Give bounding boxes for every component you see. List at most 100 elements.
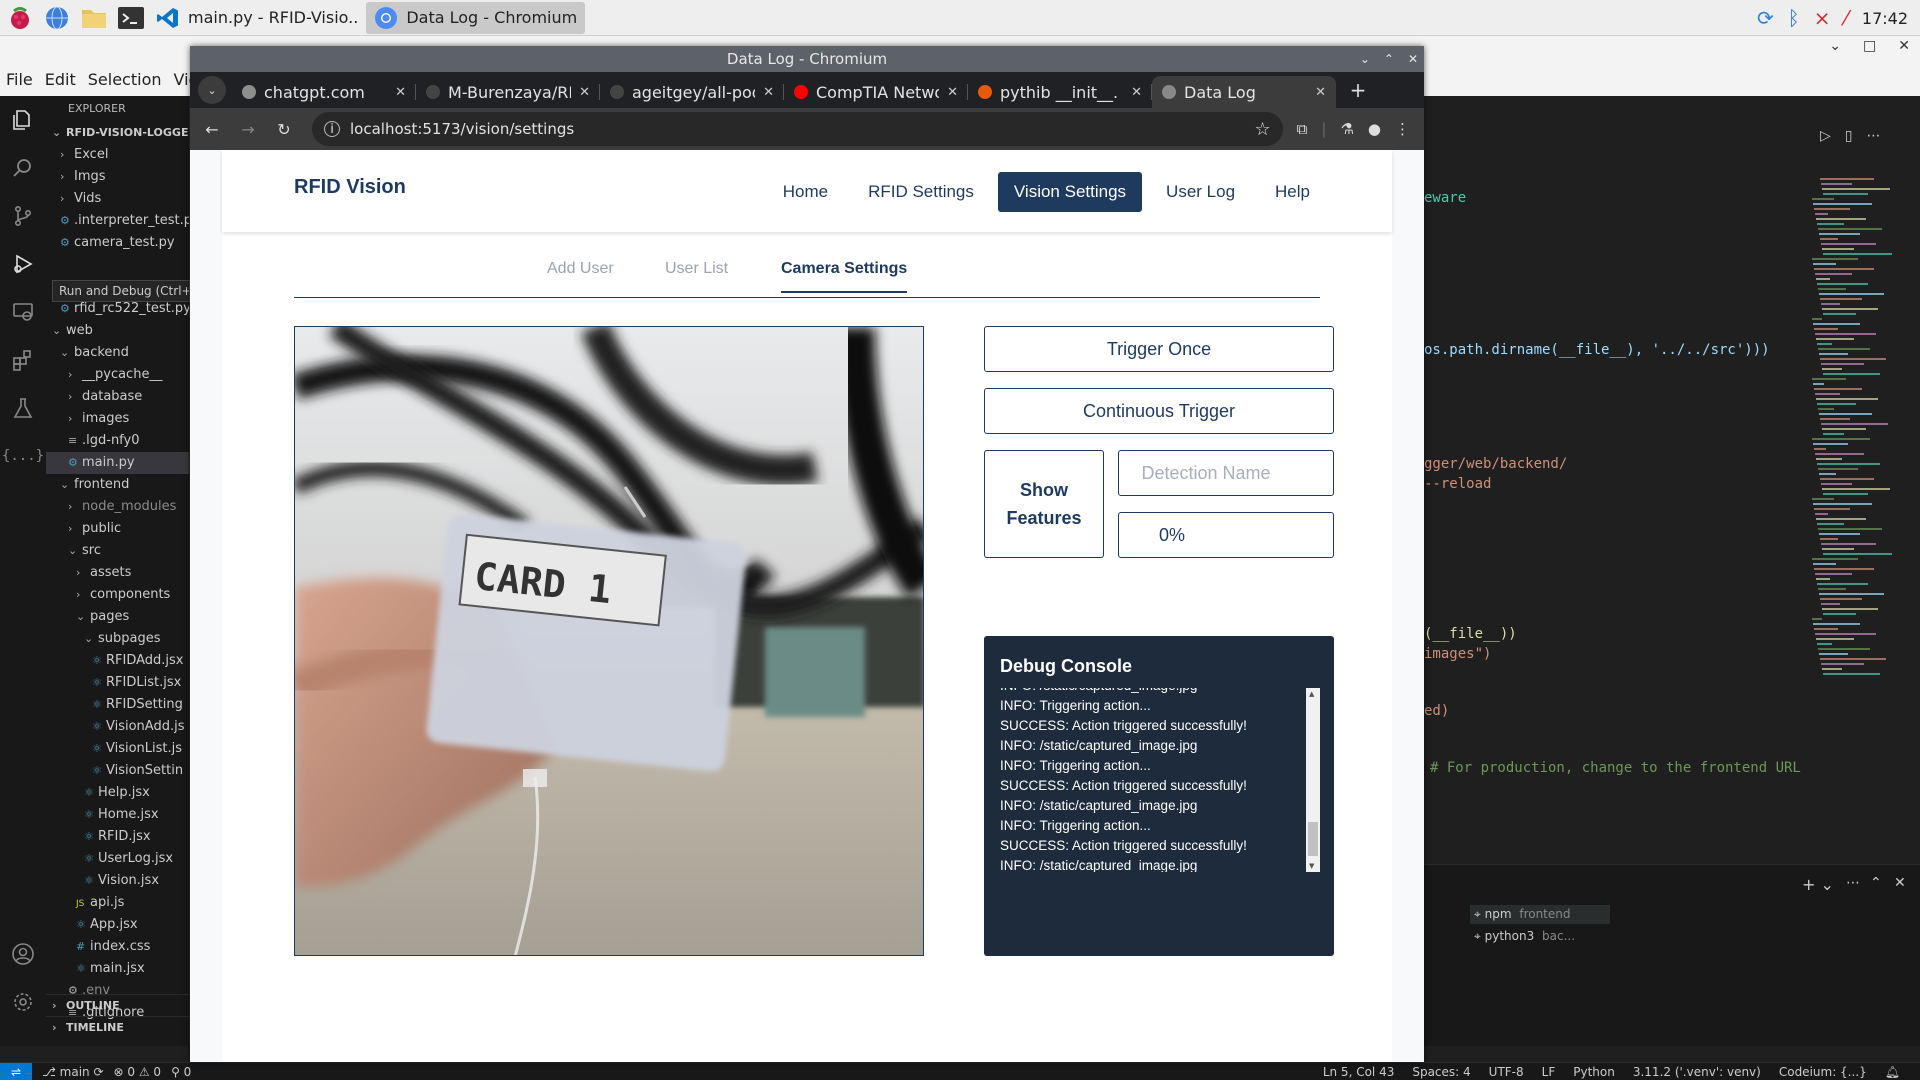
tree-item[interactable]: ⚛ VisionAdd.js	[46, 716, 189, 738]
reload-icon[interactable]: ↻	[270, 115, 298, 143]
branch-indicator[interactable]: ⎇ main ⟳	[42, 1065, 104, 1079]
maximize-panel-icon[interactable]: ⌃	[1870, 875, 1882, 891]
tree-item[interactable]: ⚛ RFIDAdd.jsx	[46, 650, 189, 672]
tree-item[interactable]: ⚙ main.py	[46, 452, 189, 474]
notifications-bell-icon[interactable]: 🔔︎	[1885, 1065, 1900, 1079]
search-icon[interactable]	[0, 144, 46, 192]
sync-icon[interactable]: ⟳	[1757, 6, 1774, 30]
tree-item[interactable]: ⚛ Home.jsx	[46, 804, 189, 826]
tab-close-icon[interactable]: ✕	[763, 85, 774, 100]
network-disconnected-icon[interactable]: ⨯	[1814, 6, 1831, 30]
browser-tab[interactable]: pythib __init__. ✕	[968, 76, 1152, 108]
tree-item[interactable]: › Excel	[46, 144, 189, 166]
subtab-camera-settings[interactable]: Camera Settings	[781, 260, 908, 293]
tree-item[interactable]	[46, 254, 189, 276]
tree-item[interactable]: › database	[46, 386, 189, 408]
url-text[interactable]: localhost:5173/vision/settings	[350, 120, 1245, 138]
cursor-position[interactable]: Ln 5, Col 43	[1323, 1065, 1395, 1079]
remote-indicator-icon[interactable]: ⇌	[0, 1062, 32, 1080]
debug-console-log[interactable]: INFO: /static/captured_image.jpg INFO: Tr…	[1000, 688, 1304, 872]
tree-item[interactable]: › public	[46, 518, 189, 540]
tree-item[interactable]: ⚛ VisionList.js	[46, 738, 189, 760]
show-features-button[interactable]: Show Features	[984, 450, 1104, 558]
nav-link-vision-settings[interactable]: Vision Settings	[997, 172, 1143, 212]
codeium-status[interactable]: Codeium: {...}	[1779, 1065, 1867, 1079]
extensions-puzzle-icon[interactable]: ⧉	[1297, 120, 1308, 138]
restore-icon[interactable]: □	[1863, 38, 1876, 54]
nav-link-home[interactable]: Home	[767, 172, 844, 212]
tab-close-icon[interactable]: ✕	[947, 85, 958, 100]
trigger-once-button[interactable]: Trigger Once	[984, 326, 1334, 372]
browser-tab[interactable]: ageitgey/all-pod ✕	[600, 76, 784, 108]
browser-tab[interactable]: Data Log ✕	[1152, 76, 1336, 108]
settings-gear-icon[interactable]	[0, 978, 46, 1026]
remote-explorer-icon[interactable]	[0, 288, 46, 336]
tree-item[interactable]: › __pycache__	[46, 364, 189, 386]
tree-item[interactable]: ⚛ RFID.jsx	[46, 826, 189, 848]
encoding[interactable]: UTF-8	[1489, 1065, 1524, 1079]
tree-item[interactable]: ⌄ subpages	[46, 628, 189, 650]
scrollbar-thumb[interactable]	[1308, 822, 1318, 856]
tree-item[interactable]: ⌄ pages	[46, 606, 189, 628]
browser-tab[interactable]: CompTIA Netwo ✕	[784, 76, 968, 108]
tree-item[interactable]: › images	[46, 408, 189, 430]
extensions-icon[interactable]	[0, 336, 46, 384]
page-viewport[interactable]: RFID Vision Home RFID Settings Vision Sett…	[190, 150, 1424, 1062]
menu-edit[interactable]: Edit	[39, 70, 82, 89]
run-debug-icon[interactable]	[0, 240, 46, 288]
maximize-icon[interactable]: ⌃	[1384, 46, 1394, 72]
raspberry-menu-icon[interactable]	[3, 3, 37, 33]
tree-item[interactable]: ⚛ RFIDSetting	[46, 694, 189, 716]
tree-item[interactable]: ⚛ VisionSettin	[46, 760, 189, 782]
chevron-down-icon[interactable]: ⌄	[1829, 38, 1841, 54]
terminal-tab-npm[interactable]: ⌖ npm frontend	[1470, 905, 1610, 924]
source-control-icon[interactable]	[0, 192, 46, 240]
language-mode[interactable]: Python	[1573, 1065, 1615, 1079]
tree-item[interactable]: ⚛ Vision.jsx	[46, 870, 189, 892]
tree-item[interactable]: ⌄ src	[46, 540, 189, 562]
nav-link-rfid-settings[interactable]: RFID Settings	[852, 172, 990, 212]
ports-indicator[interactable]: ⚲ 0	[171, 1065, 191, 1079]
problems-indicator[interactable]: ⊗ 0 ⚠ 0	[114, 1065, 162, 1079]
continuous-trigger-button[interactable]: Continuous Trigger	[984, 388, 1334, 434]
tree-item[interactable]: › Vids	[46, 188, 189, 210]
brand-logo-text[interactable]: RFID Vision	[294, 176, 406, 199]
indentation[interactable]: Spaces: 4	[1412, 1065, 1470, 1079]
tree-item[interactable]: ⌄ backend	[46, 342, 189, 364]
account-icon[interactable]	[0, 930, 46, 978]
close-icon[interactable]: ✕	[1408, 46, 1418, 72]
tab-search-chevron-icon[interactable]: ⌄	[198, 76, 226, 104]
site-info-icon[interactable]: i	[324, 121, 340, 137]
menu-file[interactable]: File	[0, 70, 39, 89]
tree-item[interactable]: # index.css	[46, 936, 189, 958]
tree-item[interactable]: ⚙ camera_test.py	[46, 232, 189, 254]
tab-close-icon[interactable]: ✕	[1131, 85, 1142, 100]
detection-name-input[interactable]	[1119, 462, 1333, 484]
nav-link-user-log[interactable]: User Log	[1150, 172, 1251, 212]
tree-item[interactable]: ⌄ frontend	[46, 474, 189, 496]
terminal-tab-python3[interactable]: ⌖ python3 bac...	[1470, 927, 1579, 946]
tab-close-icon[interactable]: ✕	[579, 85, 590, 100]
browser-tab[interactable]: chatgpt.com ✕	[232, 76, 416, 108]
file-manager-icon[interactable]	[77, 3, 111, 33]
split-editor-icon[interactable]: ▯	[1845, 128, 1853, 144]
close-panel-icon[interactable]: ✕	[1894, 875, 1906, 891]
tree-item[interactable]: › assets	[46, 562, 189, 584]
debug-console-scrollbar[interactable]: ▲ ▼	[1306, 688, 1320, 872]
tree-item[interactable]: › components	[46, 584, 189, 606]
tab-close-icon[interactable]: ✕	[395, 85, 406, 100]
tree-item[interactable]: ⚛ UserLog.jsx	[46, 848, 189, 870]
tree-item[interactable]: ⚛ main.jsx	[46, 958, 189, 980]
scroll-up-arrow-icon[interactable]: ▲	[1309, 690, 1314, 698]
subtab-user-list[interactable]: User List	[665, 260, 728, 288]
tree-item[interactable]: JS api.js	[46, 892, 189, 914]
tree-item[interactable]: › Imgs	[46, 166, 189, 188]
browser-tab[interactable]: M-Burenzaya/RFI ✕	[416, 76, 600, 108]
bookmark-star-icon[interactable]: ☆	[1255, 119, 1271, 140]
taskbar-app-chromium[interactable]: Data Log - Chromium	[366, 1, 586, 34]
testing-icon[interactable]	[0, 384, 46, 432]
address-bar[interactable]: i localhost:5173/vision/settings ☆	[312, 112, 1283, 146]
outline-section[interactable]: › OUTLINE	[46, 994, 189, 1016]
taskbar-app-vscode[interactable]: main.py - RFID-Visio..	[148, 2, 366, 34]
confidence-field[interactable]: 0%	[1118, 512, 1334, 558]
